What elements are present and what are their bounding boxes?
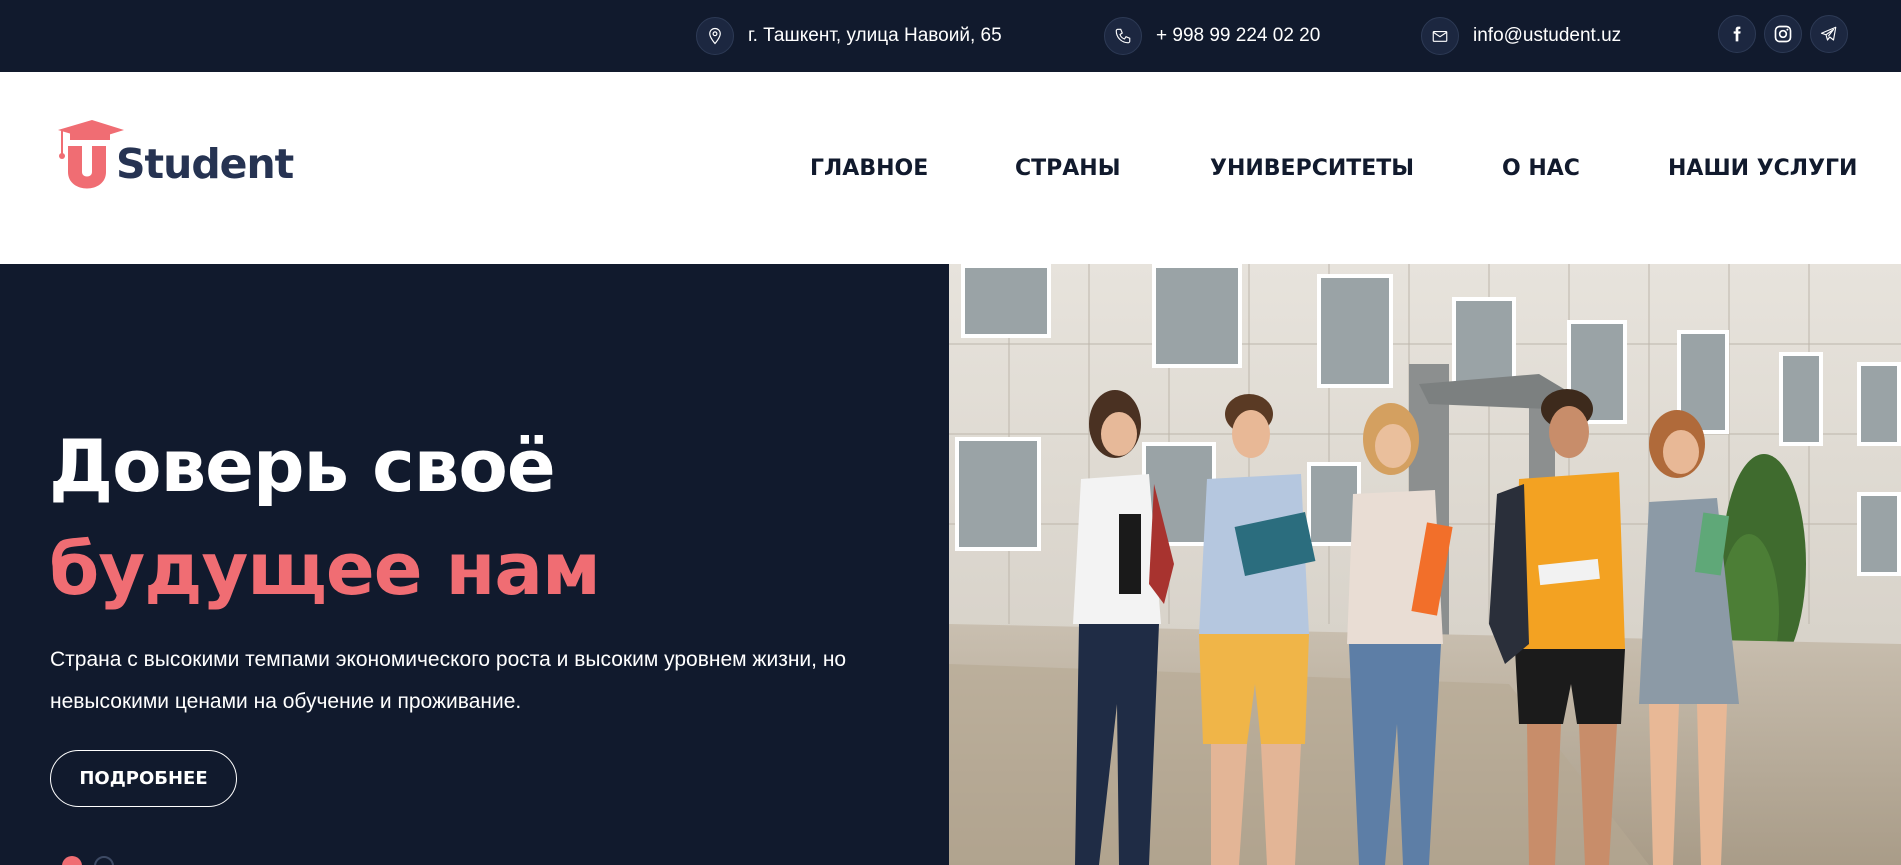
telegram-icon[interactable] xyxy=(1810,15,1848,53)
slider-dot-active[interactable] xyxy=(62,856,82,865)
facebook-icon[interactable] xyxy=(1718,15,1756,53)
top-bar: г. Ташкент, улица Навоий, 65 + 998 99 22… xyxy=(0,0,1901,72)
hero-panel: Доверь своё будущее нам Страна с высоким… xyxy=(0,264,949,865)
nav-item-about[interactable]: О НАС xyxy=(1502,156,1580,181)
hero-description: Страна с высокими темпами экономического… xyxy=(50,648,847,713)
main-header: Student ГЛАВНОЕ СТРАНЫ УНИВЕРСИТЕТЫ О НА… xyxy=(0,72,1901,264)
instagram-icon[interactable] xyxy=(1764,15,1802,53)
nav-item-services[interactable]: НАШИ УСЛУГИ xyxy=(1668,156,1857,181)
hero-title-line2: будущее нам xyxy=(49,527,601,611)
nav-item-countries[interactable]: СТРАНЫ xyxy=(1015,156,1121,181)
students-photo-illustration xyxy=(949,264,1901,865)
slider-dot[interactable] xyxy=(94,856,114,865)
email-item[interactable]: info@ustudent.uz xyxy=(1421,16,1621,56)
email-link[interactable]: info@ustudent.uz xyxy=(1473,25,1621,47)
mail-icon xyxy=(1421,17,1459,55)
hero-photo xyxy=(949,264,1901,865)
phone-link[interactable]: + 998 99 224 02 20 xyxy=(1156,25,1320,47)
nav-item-home[interactable]: ГЛАВНОЕ xyxy=(810,156,928,181)
nav-item-universities[interactable]: УНИВЕРСИТЕТЫ xyxy=(1210,156,1414,181)
address-item: г. Ташкент, улица Навоий, 65 xyxy=(696,16,1002,56)
hero-title-line1: Доверь своё xyxy=(49,424,556,508)
address-text: г. Ташкент, улица Навоий, 65 xyxy=(748,25,1002,46)
location-pin-icon xyxy=(696,17,734,55)
logo[interactable]: Student xyxy=(56,116,316,216)
phone-icon xyxy=(1104,17,1142,55)
more-button[interactable]: ПОДРОБНЕЕ xyxy=(50,750,237,807)
phone-item[interactable]: + 998 99 224 02 20 xyxy=(1104,16,1320,56)
logo-text: Student xyxy=(116,140,294,188)
